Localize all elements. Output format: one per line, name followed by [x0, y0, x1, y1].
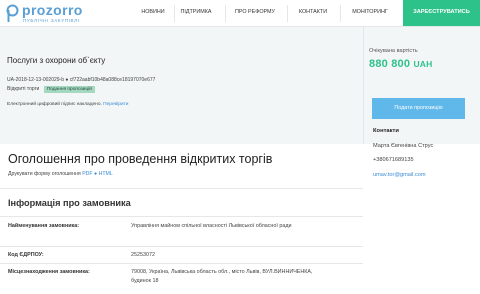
logo-subtitle: ПУБЛІЧНІ ЗАКУПІВЛІ [23, 18, 80, 23]
top-navigation-bar: prozorro ПУБЛІЧНІ ЗАКУПІВЛІ НОВИНИ ПІДТР… [0, 0, 480, 27]
nav-support[interactable]: ПІДТРИМКА [174, 0, 218, 27]
edrpou-code-label: Код ЄДРПОУ: [8, 252, 44, 258]
tender-id: UA-2018-12-13-002029-b ● cf722aabf10b48a… [7, 77, 156, 83]
expected-value-label: Очікувана вартість [369, 48, 418, 54]
prozorro-logo[interactable]: prozorro ПУБЛІЧНІ ЗАКУПІВЛІ [6, 2, 116, 26]
logo-wordmark: prozorro [22, 2, 83, 18]
contact-phone: +380671689135 [373, 157, 414, 163]
customer-info-heading: Інформація про замовника [8, 198, 131, 208]
link-separator-dot: ● [94, 171, 98, 177]
customer-name-value: Управління майном спільної власності Льв… [131, 223, 292, 229]
print-pdf-link[interactable]: PDF [82, 171, 92, 177]
tender-title: Послуги з охорони об`єкту [7, 56, 106, 65]
table-divider [0, 216, 363, 217]
procedure-type: Відкриті торги [7, 86, 40, 92]
signature-row: Електронний цифровий підпис накладено. П… [7, 102, 128, 107]
announcement-title: Оголошення про проведення відкритих торг… [8, 152, 273, 166]
customer-location-value: 79008, Україна, Львівська область обл., … [131, 269, 313, 284]
prozorro-logo-icon [6, 4, 19, 22]
print-html-link[interactable]: HTML [99, 171, 113, 177]
expected-value-currency: UAH [413, 59, 433, 69]
nav-news[interactable]: НОВИНИ [132, 0, 174, 27]
verify-signature-link[interactable]: Перевірити [103, 102, 128, 107]
print-form-label: Друкувати форму оголошення [8, 171, 81, 177]
customer-name-label: Найменування замовника: [8, 223, 80, 229]
expected-value-amount: 880 800 [369, 58, 411, 70]
submit-proposal-button[interactable]: Подати пропозицію [372, 98, 465, 119]
contact-email-link[interactable]: umav.tor@gmail.com [373, 172, 426, 178]
summary-divider [363, 27, 364, 144]
section-divider [0, 188, 363, 189]
contact-name: Марта Євгенівна Струс [373, 143, 434, 149]
contacts-heading: Контакти [373, 128, 399, 134]
status-badge: Подання пропозицій [43, 86, 95, 93]
print-form-row: Друкувати форму оголошення PDF ● HTML [8, 171, 113, 177]
signature-text: Електронний цифровий підпис накладено. [7, 102, 102, 107]
table-divider [0, 246, 363, 247]
expected-value: 880 800 UAH [369, 58, 432, 70]
customer-location-label: Місцезнаходження замовника: [8, 269, 90, 275]
edrpou-code-value: 25253072 [131, 252, 155, 258]
register-button[interactable]: ЗАРЕЄСТРУВАТИСЬ [403, 0, 480, 26]
procedure-row: Відкриті торги Подання пропозицій [7, 86, 95, 93]
table-divider [0, 263, 363, 264]
nav-monitoring[interactable]: МОНІТОРИНГ [340, 0, 400, 27]
nav-about-reform[interactable]: ПРО РЕФОРМУ [225, 0, 285, 27]
nav-contacts[interactable]: КОНТАКТИ [287, 0, 339, 27]
